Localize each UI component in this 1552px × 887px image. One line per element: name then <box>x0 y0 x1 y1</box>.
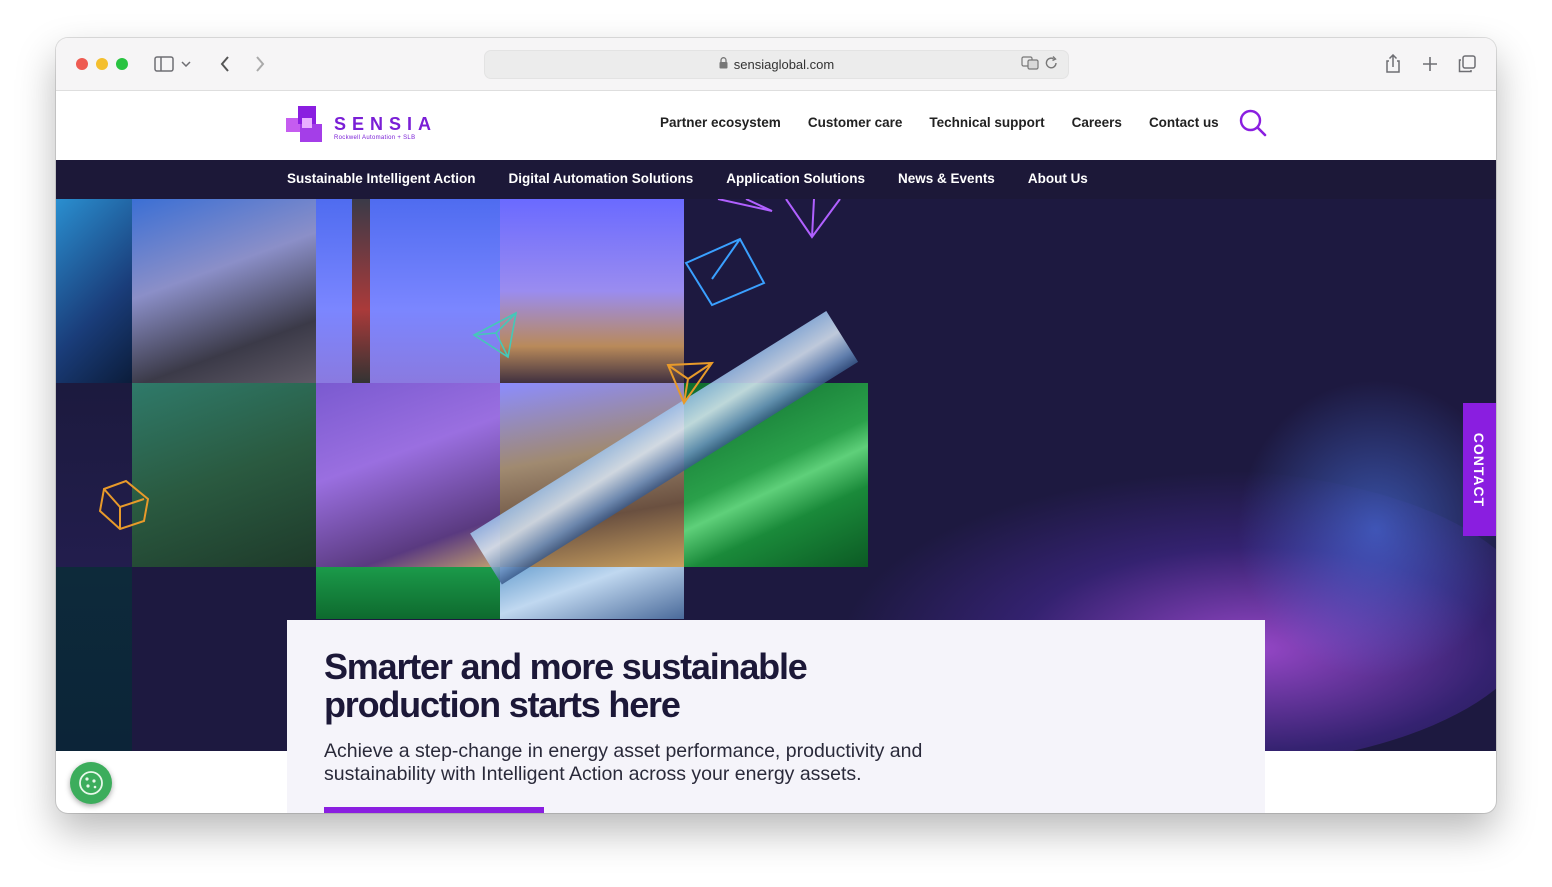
geometric-shapes-decoration <box>98 199 841 531</box>
main-nav: Sustainable Intelligent Action Digital A… <box>56 160 1496 199</box>
utility-nav: Partner ecosystem Customer care Technica… <box>660 115 1219 130</box>
sidebar-toggle-icon[interactable] <box>152 52 176 76</box>
logo-tagline: Rockwell Automation + SLB <box>334 135 416 141</box>
address-actions <box>1021 56 1058 73</box>
nav-sustainable-intelligent-action[interactable]: Sustainable Intelligent Action <box>287 171 476 186</box>
nav-application-solutions[interactable]: Application Solutions <box>726 171 865 186</box>
contact-side-tab[interactable]: CONTACT <box>1463 403 1496 536</box>
tab-overview-icon[interactable] <box>1455 52 1479 76</box>
nav-about-us[interactable]: About Us <box>1028 171 1088 186</box>
new-tab-icon[interactable] <box>1418 52 1442 76</box>
nav-careers[interactable]: Careers <box>1072 115 1122 130</box>
minimize-window-button[interactable] <box>96 58 108 70</box>
hero-content-card: Smarter and more sustainable production … <box>287 620 1265 813</box>
nav-partner-ecosystem[interactable]: Partner ecosystem <box>660 115 781 130</box>
chevron-down-icon[interactable] <box>179 52 193 76</box>
nav-news-events[interactable]: News & Events <box>898 171 995 186</box>
reload-icon[interactable] <box>1045 56 1058 73</box>
nav-contact-us[interactable]: Contact us <box>1149 115 1219 130</box>
cta-button[interactable] <box>324 807 544 813</box>
sensia-logo[interactable]: SENSIA Rockwell Automation + SLB <box>286 106 431 144</box>
hero-headline: Smarter and more sustainable production … <box>324 646 808 725</box>
browser-window: sensiaglobal.com SENSIA Rockwell Automat… <box>56 38 1496 813</box>
nav-digital-automation-solutions[interactable]: Digital Automation Solutions <box>509 171 694 186</box>
lock-icon <box>719 57 728 72</box>
url-text: sensiaglobal.com <box>733 57 835 72</box>
back-icon[interactable] <box>213 52 237 76</box>
nav-technical-support[interactable]: Technical support <box>929 115 1044 130</box>
cookie-settings-button[interactable] <box>70 762 112 804</box>
search-icon[interactable] <box>1238 108 1268 138</box>
forward-icon[interactable] <box>248 52 272 76</box>
logo-wordmark: SENSIA <box>334 114 438 134</box>
zoom-window-button[interactable] <box>116 58 128 70</box>
translate-icon[interactable] <box>1021 56 1039 73</box>
contact-tab-label: CONTACT <box>1471 432 1488 507</box>
browser-toolbar: sensiaglobal.com <box>56 38 1496 91</box>
address-bar[interactable]: sensiaglobal.com <box>484 50 1069 79</box>
site-header: SENSIA Rockwell Automation + SLB Partner… <box>56 91 1496 160</box>
nav-customer-care[interactable]: Customer care <box>808 115 903 130</box>
hero-description: Achieve a step-change in energy asset pe… <box>324 740 923 785</box>
cookie-icon <box>79 771 103 795</box>
share-icon[interactable] <box>1381 52 1405 76</box>
close-window-button[interactable] <box>76 58 88 70</box>
